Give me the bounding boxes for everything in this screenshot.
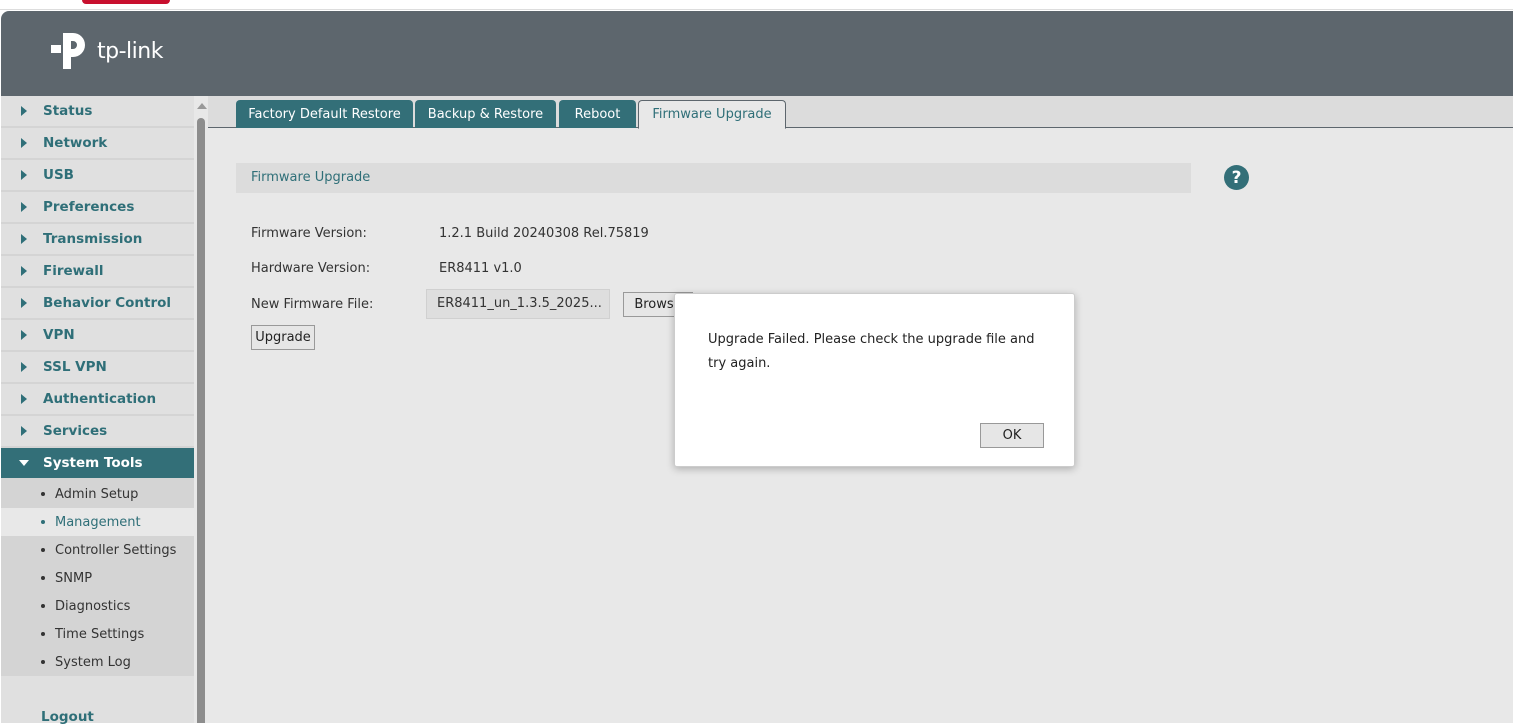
submenu-label: SNMP	[55, 570, 93, 586]
sidebar-item-usb[interactable]: USB	[1, 160, 194, 192]
sidebar-item-label: USB	[43, 167, 74, 183]
dialog-message: Upgrade Failed. Please check the upgrade…	[708, 332, 1035, 371]
bullet-icon	[41, 632, 45, 636]
sidebar-item-label: Transmission	[43, 231, 143, 247]
sidebar-item-network[interactable]: Network	[1, 128, 194, 160]
sidebar-scrollbar[interactable]	[194, 96, 208, 723]
sidebar-item-transmission[interactable]: Transmission	[1, 224, 194, 256]
tp-link-logo-icon	[51, 33, 85, 69]
firmware-version-label: Firmware Version:	[251, 226, 367, 241]
caret-right-icon	[21, 138, 27, 148]
caret-right-icon	[21, 298, 27, 308]
browser-tab-indicator	[82, 0, 170, 4]
submenu-admin-setup[interactable]: Admin Setup	[1, 480, 194, 508]
sidebar-item-system-tools[interactable]: System Tools	[1, 448, 194, 480]
submenu-label: Admin Setup	[55, 486, 139, 502]
section-title: Firmware Upgrade	[236, 163, 1191, 193]
hardware-version-label: Hardware Version:	[251, 261, 371, 276]
submenu-management[interactable]: Management	[1, 508, 194, 536]
submenu-diagnostics[interactable]: Diagnostics	[1, 592, 194, 620]
scrollbar-thumb[interactable]	[197, 118, 205, 723]
caret-right-icon	[21, 266, 27, 276]
caret-right-icon	[21, 330, 27, 340]
bullet-icon	[41, 576, 45, 580]
sidebar-item-label: Network	[43, 135, 108, 151]
system-tools-submenu: Admin Setup Management Controller Settin…	[1, 480, 194, 676]
sidebar-item-label: Preferences	[43, 199, 135, 215]
submenu-label: Controller Settings	[55, 542, 177, 558]
logo-text: tp-link	[97, 38, 163, 64]
ok-button[interactable]: OK	[980, 423, 1044, 448]
firmware-version-value: 1.2.1 Build 20240308 Rel.75819	[439, 226, 649, 241]
sidebar-item-label: System Tools	[43, 455, 143, 471]
sidebar-item-behavior-control[interactable]: Behavior Control	[1, 288, 194, 320]
submenu-label: Time Settings	[55, 626, 145, 642]
bullet-icon	[41, 660, 45, 664]
caret-down-icon	[19, 460, 29, 466]
bullet-icon	[41, 492, 45, 496]
caret-right-icon	[21, 170, 27, 180]
caret-right-icon	[21, 234, 27, 244]
sidebar-item-label: Services	[43, 423, 108, 439]
submenu-label: Diagnostics	[55, 598, 131, 614]
sidebar-item-label: VPN	[43, 327, 75, 343]
sidebar-item-ssl-vpn[interactable]: SSL VPN	[1, 352, 194, 384]
tab-backup-restore[interactable]: Backup & Restore	[415, 100, 556, 128]
sidebar-item-label: Authentication	[43, 391, 157, 407]
firmware-file-input[interactable]: ER8411_un_1.3.5_2025...	[426, 289, 610, 319]
sidebar-item-services[interactable]: Services	[1, 416, 194, 448]
sidebar-item-vpn[interactable]: VPN	[1, 320, 194, 352]
tab-firmware-upgrade[interactable]: Firmware Upgrade	[638, 100, 786, 129]
sidebar-item-label: Status	[43, 103, 93, 119]
tab-factory-default-restore[interactable]: Factory Default Restore	[236, 100, 413, 128]
bullet-icon	[41, 548, 45, 552]
submenu-time-settings[interactable]: Time Settings	[1, 620, 194, 648]
caret-right-icon	[21, 362, 27, 372]
browser-top-strip	[0, 0, 1513, 10]
sidebar-item-firewall[interactable]: Firewall	[1, 256, 194, 288]
tab-reboot[interactable]: Reboot	[559, 100, 636, 128]
error-dialog: Upgrade Failed. Please check the upgrade…	[674, 293, 1075, 467]
help-icon[interactable]: ?	[1224, 165, 1249, 190]
sidebar-item-preferences[interactable]: Preferences	[1, 192, 194, 224]
caret-right-icon	[21, 202, 27, 212]
bullet-icon	[41, 604, 45, 608]
submenu-controller-settings[interactable]: Controller Settings	[1, 536, 194, 564]
caret-right-icon	[21, 426, 27, 436]
upgrade-button[interactable]: Upgrade	[251, 325, 315, 350]
sidebar-item-authentication[interactable]: Authentication	[1, 384, 194, 416]
submenu-label: System Log	[55, 654, 131, 670]
new-firmware-file-label: New Firmware File:	[251, 297, 374, 312]
sidebar: Status Network USB Preferences Transmiss…	[1, 96, 194, 725]
submenu-snmp[interactable]: SNMP	[1, 564, 194, 592]
bullet-icon	[41, 520, 45, 524]
submenu-system-log[interactable]: System Log	[1, 648, 194, 676]
sidebar-item-label: Behavior Control	[43, 295, 172, 311]
tab-bar: Factory Default Restore Backup & Restore…	[208, 96, 1513, 129]
caret-right-icon	[21, 106, 27, 116]
tp-link-logo: tp-link	[49, 29, 163, 73]
submenu-label: Management	[55, 514, 141, 530]
sidebar-item-label: SSL VPN	[43, 359, 107, 375]
header: tp-link	[1, 11, 1513, 96]
sidebar-item-status[interactable]: Status	[1, 96, 194, 128]
hardware-version-value: ER8411 v1.0	[439, 261, 522, 276]
sidebar-item-label: Firewall	[43, 263, 104, 279]
caret-right-icon	[21, 394, 27, 404]
scroll-up-arrow-icon[interactable]	[197, 103, 207, 109]
